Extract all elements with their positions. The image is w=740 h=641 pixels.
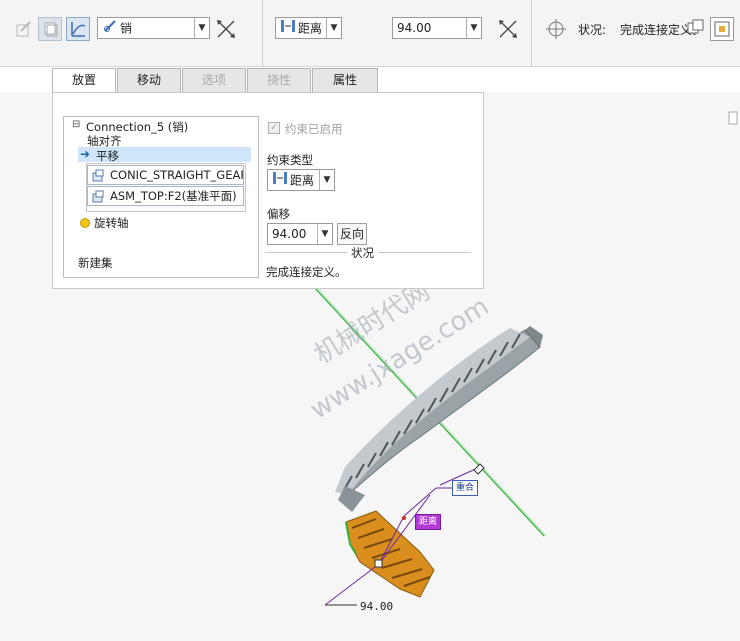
chevron-down-icon: ▼ — [466, 18, 481, 38]
offset-value: 94.00 — [397, 21, 432, 35]
tab-label: 移动 — [136, 73, 161, 87]
reference-datum-plane[interactable]: ASM_TOP:F2(基准平面) — [87, 186, 244, 206]
connection-type-dropdown[interactable]: 销 ▼ — [97, 17, 210, 39]
status-label: 状况: — [578, 23, 607, 37]
status-move-icon — [544, 17, 568, 41]
constraint-connection-icon[interactable] — [66, 17, 90, 41]
toolbar-separator — [531, 0, 532, 66]
tab-label: 属性 — [332, 73, 357, 87]
reference-gear-axis[interactable]: CONIC_STRAIGHT_GEAR1 — [87, 165, 244, 185]
tab-label: 挠性 — [266, 73, 291, 87]
dimension-handle[interactable] — [374, 559, 383, 568]
coincident-tag[interactable]: 重合 — [452, 480, 478, 496]
tab-label: 选项 — [201, 73, 226, 87]
tree-item-rotation-axis[interactable]: 旋转轴 — [94, 215, 129, 231]
component-window-icon[interactable] — [710, 17, 734, 41]
collapse-icon[interactable]: ⊟ — [72, 119, 80, 130]
panel-offset-combobox[interactable]: 94.00 ▼ — [267, 223, 333, 245]
tab-move[interactable]: 移动 — [117, 68, 181, 92]
viewport-scroll-handle[interactable] — [728, 111, 738, 125]
constraint-enabled-label: 约束已启用 — [285, 122, 343, 136]
chevron-down-icon: ▼ — [317, 224, 332, 244]
arrow-right-icon: ➜ — [80, 147, 91, 161]
assembly-icon — [91, 189, 105, 205]
warning-dot-icon — [80, 218, 90, 228]
panel-constraint-type-value: 距离 — [290, 173, 315, 188]
distance-tag[interactable]: 距离 — [415, 514, 441, 530]
ring-gear — [335, 326, 543, 512]
offset-label: 偏移 — [267, 207, 290, 221]
panel-status-text: 完成连接定义。 — [266, 265, 347, 279]
tab-label: 放置 — [71, 73, 96, 87]
chevron-down-icon: ▼ — [326, 18, 341, 38]
constraint-type-label: 约束类型 — [267, 153, 313, 167]
constraint-type-dropdown[interactable]: 距离 ▼ — [275, 17, 342, 39]
flip-connection-icon[interactable] — [214, 17, 238, 41]
reference-datum-label: ASM_TOP:F2(基准平面) — [110, 189, 237, 203]
status-header: 状况 — [347, 245, 378, 261]
part-icon — [91, 168, 105, 184]
tab-options[interactable]: 选项 — [182, 68, 246, 92]
connection-type-value: 销 — [120, 21, 133, 36]
panel-offset-value: 94.00 — [272, 227, 307, 241]
new-set-link[interactable]: 新建集 — [78, 255, 113, 271]
panel-constraint-type-dropdown[interactable]: 距离 ▼ — [267, 169, 335, 191]
flip-button[interactable]: 反向 — [337, 223, 367, 245]
constraint-enabled-checkbox[interactable]: ✓ — [268, 122, 280, 134]
chevron-down-icon: ▼ — [319, 170, 334, 190]
chevron-down-icon: ▼ — [194, 18, 209, 38]
tab-properties[interactable]: 属性 — [312, 68, 378, 92]
separate-window-icon[interactable] — [684, 17, 708, 41]
reference-gear-label: CONIC_STRAIGHT_GEAR1 — [110, 168, 244, 182]
distance-constraint-icon — [272, 170, 288, 192]
tree-item-translation: 平移 — [96, 149, 119, 163]
toolbar-separator — [262, 0, 263, 66]
tab-placement[interactable]: 放置 — [52, 68, 116, 94]
dashboard-toolbar: 销 ▼ 距离 ▼ 94.00 ▼ 状况: 完成连接定义。 — [0, 0, 740, 67]
placement-component-icon[interactable] — [38, 17, 62, 41]
distance-constraint-icon — [280, 18, 296, 40]
flip-offset-icon[interactable] — [496, 17, 520, 41]
dimension-value-label[interactable]: 94.00 — [360, 600, 393, 613]
pin-joint-icon — [102, 18, 118, 40]
constraint-type-value: 距离 — [298, 21, 323, 36]
user-defined-icon[interactable] — [12, 17, 36, 41]
tab-flexibility[interactable]: 挠性 — [247, 68, 311, 92]
offset-value-combobox[interactable]: 94.00 ▼ — [392, 17, 482, 39]
